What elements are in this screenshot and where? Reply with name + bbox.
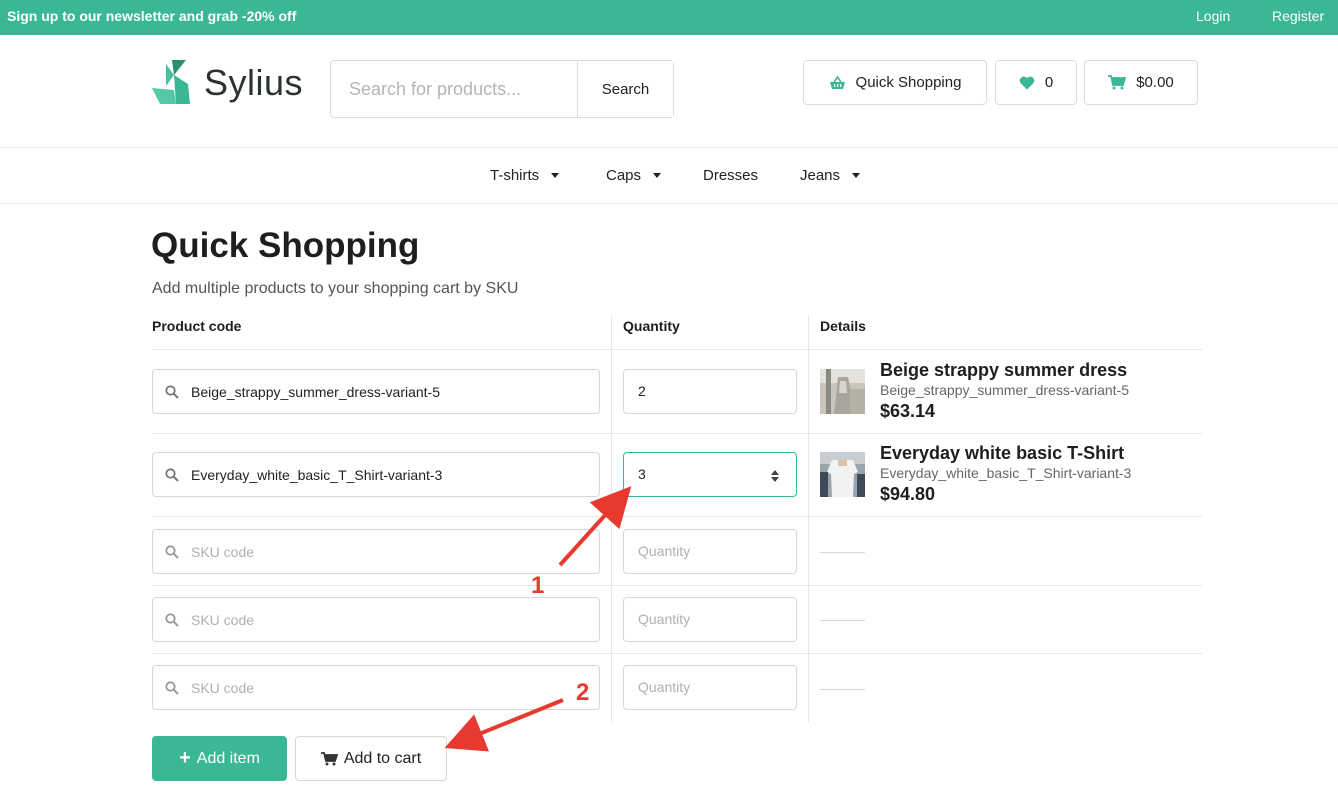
product-price: $63.14 — [880, 401, 936, 421]
search-button[interactable]: Search — [577, 61, 673, 117]
nav-item-label: Caps — [606, 167, 642, 184]
product-price: $94.80 — [880, 484, 936, 504]
sylius-logo[interactable]: Sylius — [152, 60, 312, 106]
nav-item-caps[interactable]: Caps — [606, 167, 662, 184]
login-link[interactable]: Login — [1196, 8, 1230, 24]
quantity-input[interactable] — [638, 383, 768, 399]
sku-input[interactable] — [191, 466, 591, 483]
product-thumbnail — [820, 452, 865, 497]
product-name: Everyday white basic T-Shirt — [880, 443, 1125, 463]
quantity-field[interactable] — [623, 597, 797, 642]
add-to-cart-button[interactable]: Add to cart — [295, 736, 447, 781]
row-divider — [152, 585, 1202, 586]
search-icon — [153, 467, 191, 482]
basket-icon — [829, 75, 846, 90]
add-item-button[interactable]: + Add item — [152, 736, 287, 781]
page-subtitle: Add multiple products to your shopping c… — [152, 280, 519, 297]
register-link[interactable]: Register — [1272, 8, 1324, 24]
sku-input[interactable] — [191, 679, 591, 696]
nav-item-label: Jeans — [800, 167, 841, 184]
column-header-quantity: Quantity — [623, 318, 680, 334]
swan-logo-icon — [152, 60, 190, 104]
caret-down-icon — [653, 173, 662, 178]
quantity-input[interactable] — [638, 543, 768, 559]
nav-item-t-shirts[interactable]: T-shirts — [490, 167, 560, 184]
quantity-field[interactable] — [623, 665, 797, 710]
nav-item-label: T-shirts — [490, 167, 540, 184]
quantity-field[interactable] — [623, 452, 797, 497]
annotation-label-1: 1 — [531, 572, 545, 599]
caret-down-icon — [852, 173, 861, 178]
quantity-input[interactable] — [638, 611, 768, 627]
search-form: Search — [330, 60, 674, 118]
search-icon — [153, 612, 191, 627]
logo-text: Sylius — [204, 62, 304, 103]
column-header-details: Details — [820, 318, 866, 334]
column-divider — [808, 316, 809, 722]
search-icon — [153, 544, 191, 559]
search-input[interactable] — [331, 61, 577, 117]
plus-icon: + — [179, 747, 191, 769]
caret-down-icon — [551, 173, 560, 178]
quantity-input[interactable] — [638, 466, 768, 482]
sku-input[interactable] — [191, 543, 591, 560]
cart-icon — [1108, 75, 1127, 90]
cart-total: $0.00 — [1136, 74, 1174, 91]
row-divider — [152, 433, 1202, 434]
heart-icon — [1019, 76, 1035, 90]
wishlist-count: 0 — [1044, 74, 1054, 91]
quantity-field[interactable] — [623, 529, 797, 574]
row-divider — [152, 653, 1202, 654]
column-divider — [611, 316, 612, 722]
page-title: Quick Shopping — [151, 226, 420, 265]
annotation-label-2: 2 — [576, 679, 590, 706]
quantity-field[interactable] — [623, 369, 797, 414]
row-divider — [152, 516, 1202, 517]
nav-item-label: Dresses — [703, 167, 759, 184]
newsletter-bar: Sign up to our newsletter and grab -20% … — [0, 0, 1338, 35]
product-name: Beige strappy summer dress — [880, 360, 1128, 380]
sku-input[interactable] — [191, 383, 591, 400]
wishlist-button[interactable]: 0 — [995, 60, 1077, 105]
product-thumbnail — [820, 369, 865, 414]
product-variant-code: Everyday_white_basic_T_Shirt-variant-3 — [880, 465, 1132, 481]
nav-item-dresses[interactable]: Dresses — [703, 167, 758, 184]
quick-shopping-label: Quick Shopping — [855, 74, 962, 91]
add-to-cart-label: Add to cart — [343, 749, 422, 767]
stepper-arrows-icon[interactable] — [770, 469, 780, 483]
sku-field[interactable] — [152, 369, 600, 414]
sku-input[interactable] — [191, 611, 591, 628]
sku-field[interactable] — [152, 452, 600, 497]
cart-icon — [320, 751, 338, 766]
main-navigation: T-shirts Caps Dresses Jeans — [0, 147, 1338, 204]
search-icon — [153, 680, 191, 695]
add-item-label: Add item — [196, 749, 260, 767]
newsletter-promo-text: Sign up to our newsletter and grab -20% … — [7, 8, 297, 24]
column-header-product-code: Product code — [152, 318, 242, 334]
product-variant-code: Beige_strappy_summer_dress-variant-5 — [880, 382, 1129, 398]
row-divider — [152, 349, 1202, 350]
search-icon — [153, 384, 191, 399]
empty-details-placeholder — [820, 552, 865, 553]
cart-button[interactable]: $0.00 — [1084, 60, 1198, 105]
empty-details-placeholder — [820, 620, 865, 621]
sku-field[interactable] — [152, 597, 600, 642]
quantity-input[interactable] — [638, 679, 768, 695]
sku-field[interactable] — [152, 529, 600, 574]
sku-field[interactable] — [152, 665, 600, 710]
nav-item-jeans[interactable]: Jeans — [800, 167, 861, 184]
empty-details-placeholder — [820, 689, 865, 690]
quick-shopping-button[interactable]: Quick Shopping — [803, 60, 987, 105]
